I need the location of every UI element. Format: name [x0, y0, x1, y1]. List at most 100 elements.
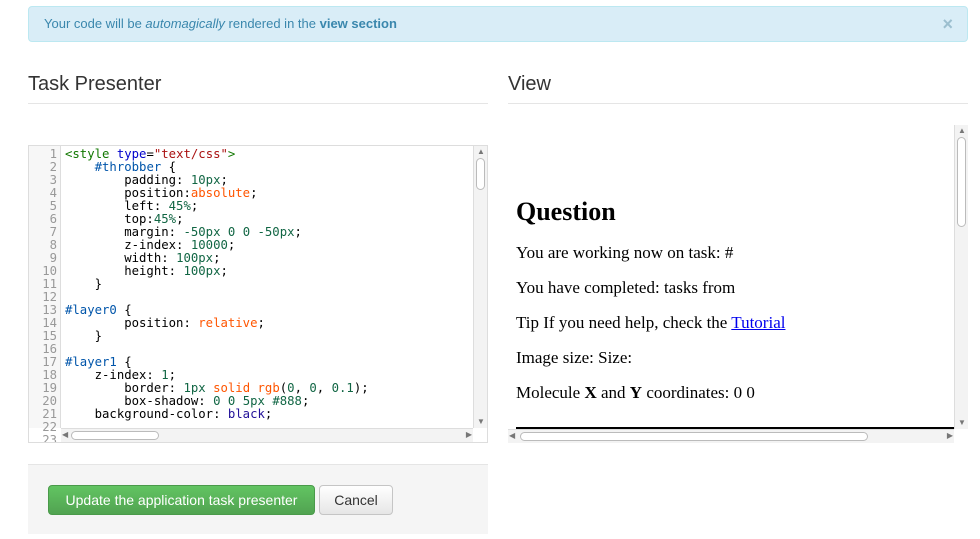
scroll-right-icon[interactable]: ▶ — [947, 431, 953, 441]
form-actions: Update the application task presenter Ca… — [28, 464, 488, 534]
code-token: ; — [257, 316, 265, 330]
code-token: margin: — [65, 225, 184, 239]
code-token: -50px 0 0 -50px — [183, 225, 295, 239]
scroll-down-icon[interactable]: ▼ — [477, 417, 485, 427]
question-title: Question — [516, 197, 616, 226]
alert-text-prefix: Your code will be — [44, 16, 146, 31]
code-token: 100px — [176, 251, 214, 265]
alert-bold: view section — [319, 16, 397, 31]
code-token: ; — [301, 394, 310, 408]
code-token: z-index: — [65, 368, 162, 382]
code-token: top: — [65, 212, 154, 226]
code-token: { — [116, 355, 132, 369]
code-token: type — [116, 147, 147, 161]
molecule-suffix: coordinates: 0 0 — [642, 383, 755, 402]
code-token: #layer1 — [65, 355, 117, 369]
molecule-and: and — [596, 383, 630, 402]
view-panel: Question You are working now on task: # … — [508, 125, 968, 443]
code-token: 0.1 — [331, 381, 354, 395]
scroll-right-icon[interactable]: ▶ — [466, 430, 472, 440]
code-token: background-color: — [65, 407, 228, 421]
scroll-thumb[interactable] — [520, 432, 868, 441]
tip-prefix: Tip If you need help, check the — [516, 313, 732, 332]
view-content: Question You are working now on task: # … — [516, 197, 950, 418]
task-line: You are working now on task: # — [516, 243, 734, 262]
code-token: position: — [65, 316, 199, 330]
code-token: 10000 — [190, 238, 228, 252]
tip-line: Tip If you need help, check the Tutorial — [516, 313, 950, 333]
code-token: style — [72, 147, 110, 161]
code-token: black — [227, 407, 265, 421]
scroll-thumb[interactable] — [957, 137, 966, 227]
code-token: box-shadow: — [65, 394, 214, 408]
code-token: absolute — [190, 186, 251, 200]
code-token: ; — [220, 264, 228, 278]
code-line: 15 } — [29, 330, 473, 343]
code-token: border: — [65, 381, 184, 395]
cancel-button[interactable]: Cancel — [319, 485, 393, 515]
editor-vertical-scrollbar[interactable]: ▲ ▼ — [473, 146, 487, 428]
code-token: { — [161, 160, 177, 174]
code-token: #layer0 — [65, 303, 117, 317]
code-token: #888 — [272, 394, 302, 408]
view-heading: View — [508, 70, 968, 104]
code-token: ; — [190, 199, 199, 213]
update-task-presenter-button[interactable]: Update the application task presenter — [48, 485, 315, 515]
code-token: "text/css" — [153, 147, 228, 161]
completed-line: You have completed: tasks from — [516, 278, 736, 297]
code-token: ; — [264, 407, 273, 421]
code-token: solid — [213, 381, 251, 395]
code-line: 21 background-color: black; — [29, 408, 473, 421]
code-token: 0 — [309, 381, 317, 395]
code-token: rgb — [257, 381, 280, 395]
view-vertical-scrollbar[interactable]: ▲ ▼ — [954, 125, 968, 429]
code-token: ; — [227, 238, 236, 252]
tutorial-link[interactable]: Tutorial — [731, 313, 785, 332]
scroll-thumb[interactable] — [476, 158, 485, 190]
scroll-thumb[interactable] — [71, 431, 159, 440]
code-token: 0 — [287, 381, 295, 395]
code-token: = — [146, 147, 154, 161]
code-token: left: — [65, 199, 169, 213]
molecule-line: Molecule X and Y coordinates: 0 0 — [516, 383, 950, 403]
code-token: width: — [65, 251, 177, 265]
code-token: 45% — [168, 199, 191, 213]
code-token: { — [116, 303, 132, 317]
scroll-left-icon[interactable]: ◀ — [509, 431, 515, 441]
code-token: ; — [250, 186, 258, 200]
code-token: ); — [353, 381, 369, 395]
code-token: #throbber — [94, 160, 162, 174]
scroll-up-icon[interactable]: ▲ — [477, 147, 485, 157]
info-alert: Your code will be automagically rendered… — [28, 6, 968, 42]
code-token: 1 — [161, 368, 169, 382]
code-token: ; — [220, 173, 228, 187]
scroll-left-icon[interactable]: ◀ — [62, 430, 68, 440]
code-token: } — [65, 277, 103, 291]
view-horizontal-scrollbar[interactable]: ◀ ▶ — [508, 429, 954, 443]
code-token: 0 0 5px — [213, 394, 265, 408]
code-token: ; — [168, 368, 177, 382]
task-presenter-heading: Task Presenter — [28, 70, 488, 104]
alert-emphasis: automagically — [145, 16, 225, 31]
molecule-x: X — [584, 383, 597, 402]
code-token: ; — [176, 212, 184, 226]
close-icon[interactable]: × — [942, 7, 953, 41]
code-token: > — [227, 147, 236, 161]
code-token: , — [316, 381, 332, 395]
code-token: height: — [65, 264, 184, 278]
code-editor[interactable]: 1 <style type="text/css"> 2 #throbber {3 p… — [28, 145, 488, 443]
code-token: ; — [213, 251, 221, 265]
molecule-y: Y — [629, 383, 643, 402]
code-line: 11 } — [29, 278, 473, 291]
code-token: } — [65, 329, 103, 343]
code-token: z-index: — [65, 238, 191, 252]
editor-horizontal-scrollbar[interactable]: ◀ ▶ — [61, 428, 473, 442]
code-token: 100px — [183, 264, 221, 278]
code-content[interactable]: 1 <style type="text/css"> 2 #throbber {3 p… — [29, 148, 473, 443]
scroll-down-icon[interactable]: ▼ — [958, 418, 966, 428]
scroll-up-icon[interactable]: ▲ — [958, 126, 966, 136]
